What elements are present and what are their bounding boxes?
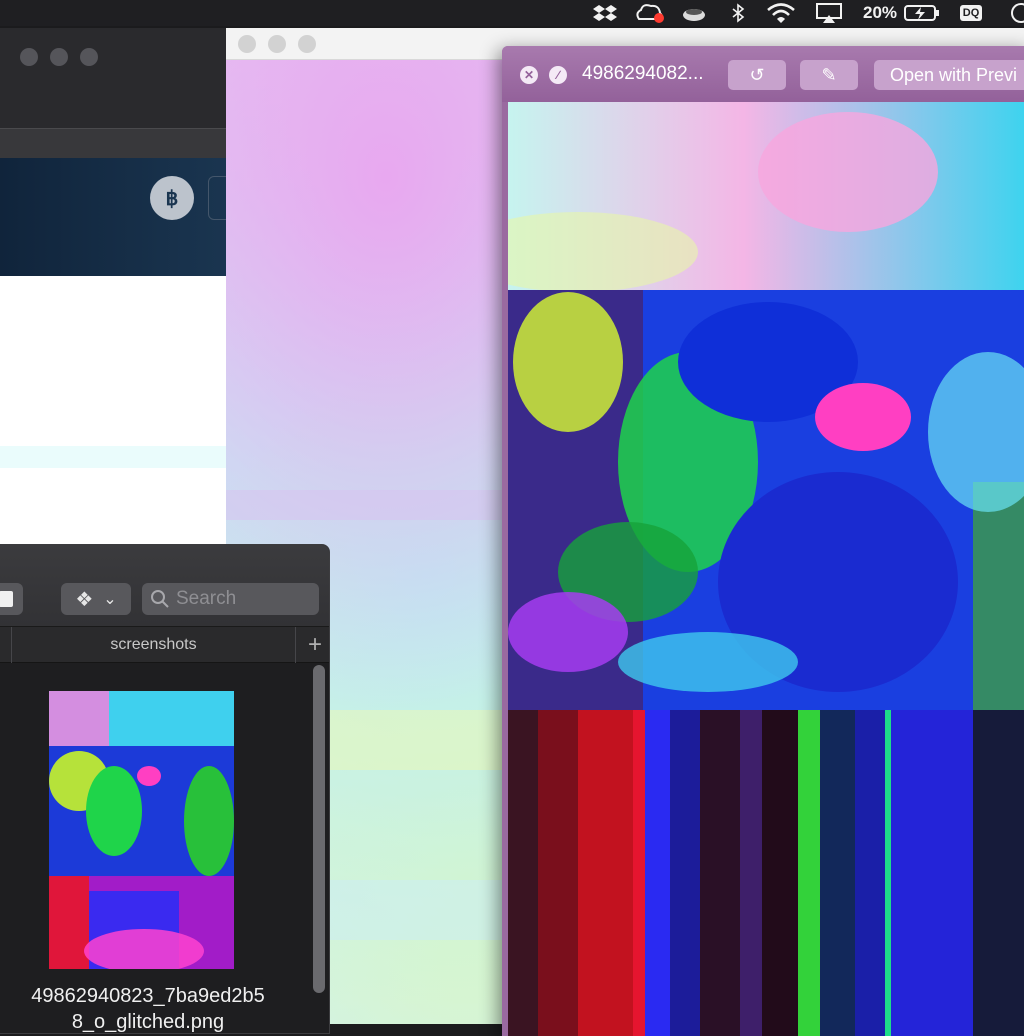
quicklook-window: ✕ ∕ 4986294082... ↺ ✎ Open with Previ: [502, 46, 1024, 1036]
minimize-window-button[interactable]: [50, 48, 68, 66]
glitched-image: [508, 102, 1024, 1036]
open-with-preview-button[interactable]: Open with Previ: [874, 60, 1024, 90]
add-tab-button[interactable]: +: [299, 627, 329, 663]
app-header: [0, 158, 228, 276]
view-icon: [0, 591, 13, 607]
window-titlebar: [0, 28, 228, 128]
battery-percentage: 20%: [862, 3, 898, 22]
markup-icon: ✎: [821, 64, 837, 85]
header-button[interactable]: [208, 176, 228, 220]
coffee-icon[interactable]: [678, 0, 710, 26]
menu-bar: 20% DQ: [0, 0, 1024, 26]
search-field[interactable]: [142, 583, 319, 615]
rotate-button[interactable]: ↺: [728, 60, 786, 90]
finder-tab-bar: screenshots +: [0, 627, 329, 663]
bluetooth-icon[interactable]: [726, 0, 750, 26]
view-button[interactable]: [0, 583, 23, 615]
file-name-line-1: 49862940823_7ba9ed2b5: [31, 985, 265, 1007]
search-icon: [151, 590, 169, 608]
user-initials: DQ: [959, 5, 983, 21]
close-icon[interactable]: ✕: [520, 66, 538, 84]
file-name: 49862940823_7ba9ed2b5 8_o_glitched.png: [0, 983, 303, 1033]
close-window-button[interactable]: [238, 35, 256, 53]
battery-icon[interactable]: [902, 0, 942, 26]
zoom-window-button[interactable]: [298, 35, 316, 53]
markup-button[interactable]: ✎: [800, 60, 858, 90]
dropbox-menu-button[interactable]: ❖ ⌄: [61, 583, 131, 615]
glitch-stripes: [508, 710, 1024, 1036]
file-name-line-2: 8_o_glitched.png: [71, 1011, 225, 1033]
notification-icon[interactable]: [1006, 0, 1024, 26]
quicklook-title: 4986294082...: [582, 63, 704, 84]
glitched-image-preview: [508, 102, 1024, 1036]
fullscreen-icon[interactable]: ∕: [549, 66, 567, 84]
dropbox-icon: ❖: [75, 588, 94, 611]
wifi-icon[interactable]: [764, 0, 798, 26]
quicklook-titlebar: ✕ ∕ 4986294082... ↺ ✎ Open with Previ: [502, 46, 1024, 102]
page-content: [0, 276, 228, 548]
zoom-window-button[interactable]: [80, 48, 98, 66]
dropbox-icon[interactable]: [590, 0, 620, 26]
avatar[interactable]: ฿: [150, 176, 194, 220]
user-badge[interactable]: DQ: [956, 0, 986, 26]
browser-window: ฿: [0, 28, 228, 548]
tab-screenshots[interactable]: screenshots: [11, 627, 296, 663]
finder-window: ❖ ⌄ screenshots + 49862: [0, 544, 330, 1034]
vertical-scrollbar[interactable]: [313, 665, 325, 993]
creative-cloud-icon[interactable]: [634, 0, 666, 26]
thumbnail-image: [49, 691, 234, 969]
close-window-button[interactable]: [20, 48, 38, 66]
search-input[interactable]: [176, 588, 316, 610]
rotate-icon: ↺: [749, 64, 765, 85]
highlighted-row: [0, 446, 228, 468]
file-thumbnail[interactable]: [49, 691, 234, 969]
minimize-window-button[interactable]: [268, 35, 286, 53]
tab-strip: [0, 128, 228, 158]
chevron-down-icon: ⌄: [103, 591, 117, 608]
finder-toolbar: ❖ ⌄: [0, 545, 329, 627]
airplay-icon[interactable]: [812, 0, 846, 26]
